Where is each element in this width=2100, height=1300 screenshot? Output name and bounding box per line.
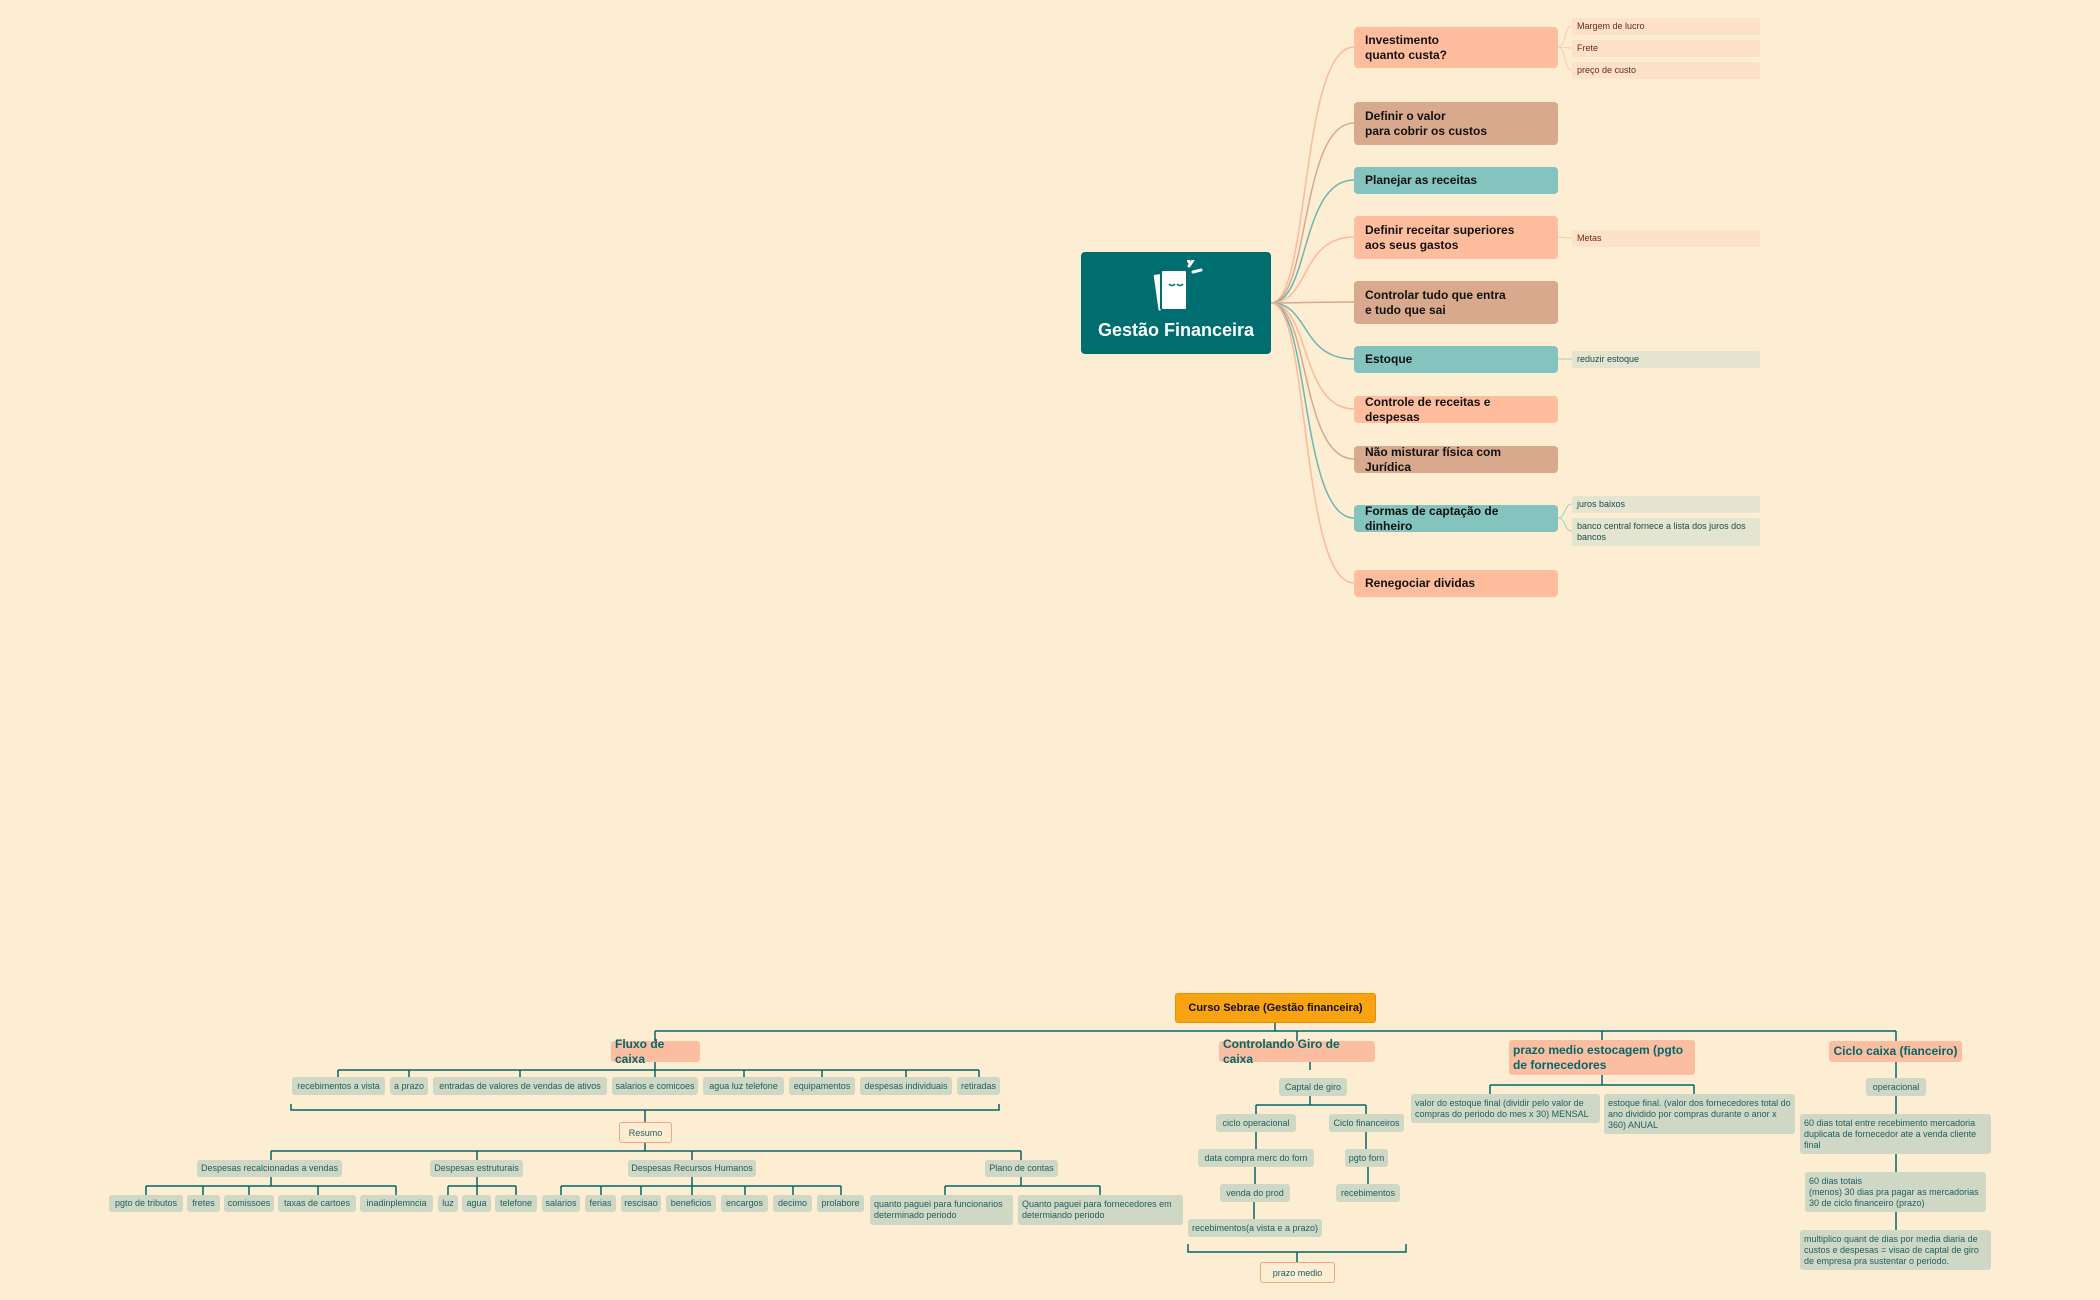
ciclo-item[interactable]: 60 dias totais (menos) 30 dias pra pagar…: [1805, 1172, 1986, 1212]
group-despesas-estruturais[interactable]: Despesas estruturais: [430, 1160, 523, 1177]
giro-capital[interactable]: Captal de giro: [1279, 1078, 1347, 1096]
giro-op-item[interactable]: recebimentos(a vista e a prazo): [1188, 1219, 1322, 1237]
group-despesas-rh[interactable]: Despesas Recursos Humanos: [628, 1160, 756, 1177]
branch-definir-valor[interactable]: Definir o valor para cobrir os custos: [1354, 102, 1558, 145]
giro-op-item[interactable]: venda do prod: [1220, 1184, 1290, 1202]
group-despesas-vendas[interactable]: Despesas recalcionadas a vendas: [197, 1160, 342, 1177]
orgchart-root[interactable]: Curso Sebrae (Gestão financeira): [1175, 993, 1376, 1023]
giro-ciclo-financeiro[interactable]: Ciclo financeiros: [1329, 1114, 1404, 1132]
prazo-item[interactable]: estoque final. (valor dos fornecedores t…: [1604, 1094, 1795, 1134]
group-item[interactable]: prolabore: [817, 1195, 864, 1212]
fluxo-item[interactable]: a prazo: [390, 1077, 428, 1095]
fluxo-item[interactable]: recebimentos a vista: [292, 1077, 385, 1095]
central-title: Gestão Financeira: [1097, 320, 1255, 340]
group-item[interactable]: taxas de cartoes: [278, 1195, 356, 1212]
prazo-item[interactable]: valor do estoque final (dividir pelo val…: [1411, 1094, 1600, 1123]
section-prazo-medio[interactable]: prazo medio estocagem (pgto de fornecedo…: [1509, 1040, 1695, 1075]
group-item[interactable]: telefone: [495, 1195, 537, 1212]
leaf-preco-custo[interactable]: preço de custo: [1572, 62, 1760, 79]
leaf-juros-baixos[interactable]: juros baixos: [1572, 496, 1760, 513]
giro-fin-item[interactable]: recebimentos: [1336, 1184, 1400, 1202]
group-item[interactable]: salarios: [542, 1195, 580, 1212]
branch-investimento[interactable]: Investimento quanto custa?: [1354, 27, 1558, 68]
fluxo-item[interactable]: retiradas: [957, 1077, 1000, 1095]
section-ciclo-caixa[interactable]: Ciclo caixa (fianceiro): [1829, 1041, 1962, 1062]
branch-planejar-receitas[interactable]: Planejar as receitas: [1354, 167, 1558, 194]
group-item[interactable]: decimo: [773, 1195, 812, 1212]
ciclo-item[interactable]: 60 dias total entre recebimento mercador…: [1800, 1114, 1991, 1154]
leaf-margem-lucro[interactable]: Margem de lucro: [1572, 18, 1760, 35]
group-item[interactable]: ferias: [585, 1195, 616, 1212]
group-item[interactable]: inadinplemncia: [360, 1195, 433, 1212]
group-item[interactable]: Quanto paguei para fornecedores em deter…: [1018, 1195, 1183, 1225]
leaf-reduzir-estoque[interactable]: reduzir estoque: [1572, 351, 1760, 368]
fluxo-item[interactable]: agua luz telefone: [703, 1077, 784, 1095]
giro-summary[interactable]: prazo medio: [1260, 1262, 1335, 1283]
section-giro-caixa[interactable]: Controlando Giro de caixa: [1219, 1037, 1375, 1066]
leaf-frete[interactable]: Frete: [1572, 40, 1760, 57]
branch-renegociar[interactable]: Renegociar dividas: [1354, 570, 1558, 597]
group-item[interactable]: luz: [438, 1195, 458, 1212]
notebook-idea-icon: [1151, 260, 1203, 313]
central-topic[interactable]: Gestão Financeira: [1081, 252, 1271, 354]
fluxo-item[interactable]: equipamentos: [789, 1077, 855, 1095]
fluxo-item[interactable]: entradas de valores de vendas de ativos: [433, 1077, 607, 1095]
group-item[interactable]: pgto de tributos: [109, 1195, 183, 1212]
fluxo-item[interactable]: despesas individuais: [860, 1077, 952, 1095]
leaf-metas[interactable]: Metas: [1572, 230, 1760, 247]
branch-controlar-entradas[interactable]: Controlar tudo que entra e tudo que sai: [1354, 281, 1558, 324]
branch-nao-misturar[interactable]: Não misturar física com Jurídica: [1354, 445, 1558, 474]
fluxo-item[interactable]: salarios e comicoes: [612, 1077, 698, 1095]
giro-ciclo-operacional[interactable]: ciclo operacional: [1216, 1114, 1296, 1132]
group-item[interactable]: comissoes: [224, 1195, 274, 1212]
branch-estoque[interactable]: Estoque: [1354, 346, 1558, 373]
group-item[interactable]: rescisao: [621, 1195, 661, 1212]
group-item[interactable]: encargos: [721, 1195, 768, 1212]
section-fluxo-caixa[interactable]: Fluxo de caixa: [611, 1037, 700, 1066]
ciclo-operacional[interactable]: operacional: [1866, 1078, 1926, 1096]
group-item[interactable]: fretes: [187, 1195, 220, 1212]
ciclo-item[interactable]: multiplico quant de dias por media diari…: [1800, 1230, 1991, 1270]
fluxo-summary[interactable]: Resumo: [619, 1122, 672, 1143]
branch-formas-captacao[interactable]: Formas de captação de dinheiro: [1354, 504, 1558, 533]
group-item[interactable]: beneficios: [666, 1195, 716, 1212]
group-item[interactable]: quanto paguei para funcionarios determin…: [870, 1195, 1013, 1225]
leaf-banco-central[interactable]: banco central fornece a lista dos juros …: [1572, 518, 1760, 546]
giro-op-item[interactable]: data compra merc do forn: [1198, 1149, 1314, 1167]
branch-receitas-superiores[interactable]: Definir receitar superiores aos seus gas…: [1354, 216, 1558, 259]
group-plano-contas[interactable]: Plano de contas: [985, 1160, 1058, 1177]
giro-fin-item[interactable]: pgto forn: [1345, 1149, 1388, 1167]
branch-controle-receitas[interactable]: Controle de receitas e despesas: [1354, 395, 1558, 424]
group-item[interactable]: agua: [462, 1195, 491, 1212]
